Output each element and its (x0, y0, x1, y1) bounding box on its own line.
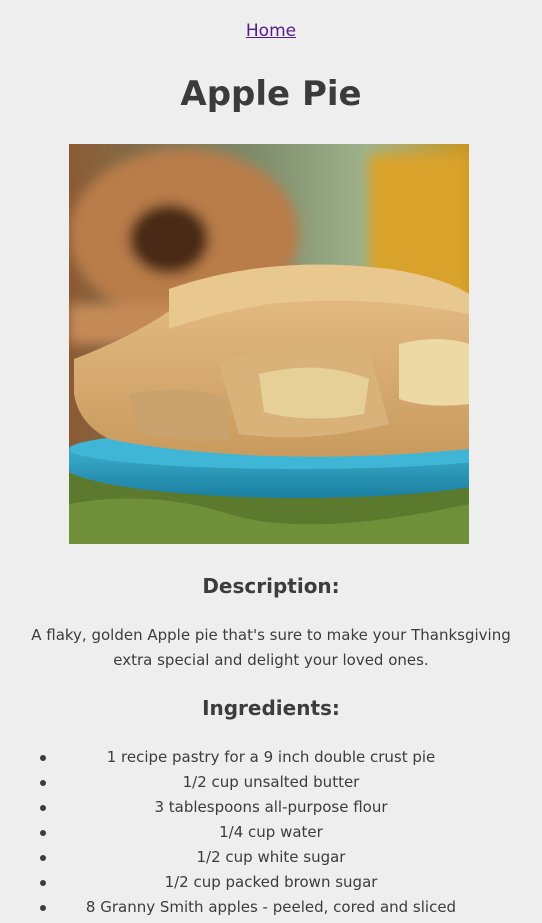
ingredient-text: 3 tablespoons all-purpose flour (154, 798, 388, 816)
ingredient-text: 8 Granny Smith apples - peeled, cored an… (85, 898, 457, 916)
bullet-icon (40, 830, 46, 836)
ingredients-list: 1 recipe pastry for a 9 inch double crus… (0, 745, 542, 920)
ingredient-text: 1/2 cup unsalted butter (182, 773, 360, 791)
bullet-icon (40, 880, 46, 886)
top-nav: Home (0, 21, 542, 41)
bullet-icon (40, 755, 46, 761)
ingredient-text: 1 recipe pastry for a 9 inch double crus… (106, 748, 436, 766)
ingredient-text: 1/2 cup white sugar (196, 848, 346, 866)
page-title: Apple Pie (180, 74, 362, 114)
ingredient-item: 3 tablespoons all-purpose flour (40, 795, 542, 820)
ingredient-item: 1/2 cup unsalted butter (40, 770, 542, 795)
ingredients-heading: Ingredients: (202, 696, 340, 720)
description-heading: Description: (202, 574, 340, 598)
ingredient-item: 1/2 cup white sugar (40, 845, 542, 870)
description-text: A flaky, golden Apple pie that's sure to… (31, 626, 511, 669)
bullet-icon (40, 855, 46, 861)
ingredient-text: 1/4 cup water (219, 823, 323, 841)
ingredient-item: 1 recipe pastry for a 9 inch double crus… (40, 745, 542, 770)
bullet-icon (40, 805, 46, 811)
recipe-photo (69, 144, 469, 544)
ingredient-item: 1/2 cup packed brown sugar (40, 870, 542, 895)
ingredient-text: 1/2 cup packed brown sugar (164, 873, 378, 891)
home-link[interactable]: Home (246, 21, 296, 41)
bullet-icon (40, 780, 46, 786)
ingredient-item: 1/4 cup water (40, 820, 542, 845)
ingredient-item: 8 Granny Smith apples - peeled, cored an… (40, 895, 542, 920)
bullet-icon (40, 905, 46, 911)
